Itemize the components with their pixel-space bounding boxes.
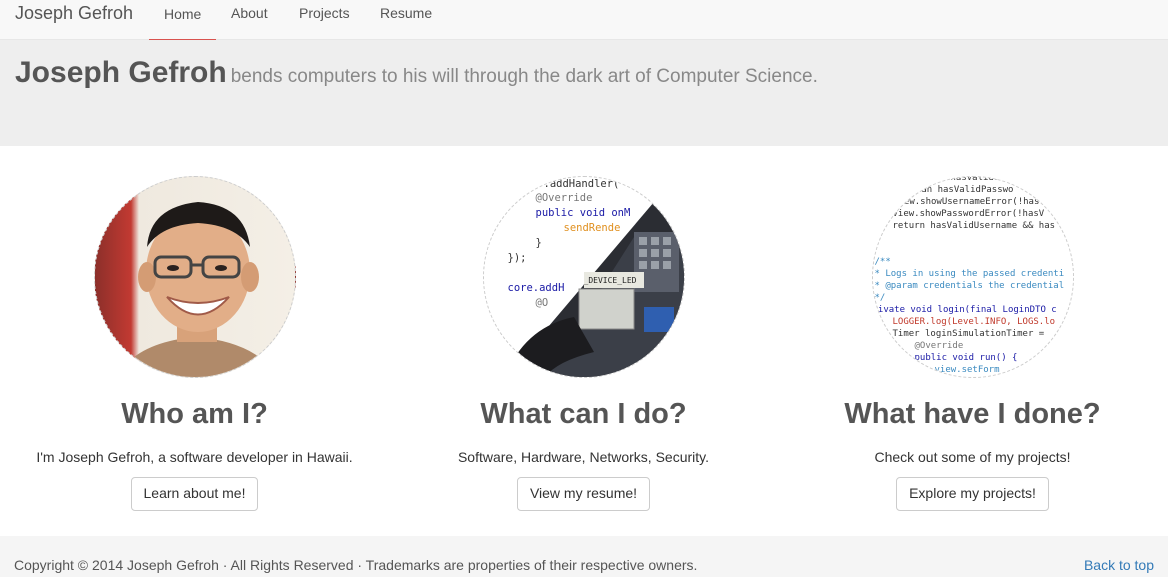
code-line: */ — [874, 293, 886, 303]
code-line: Timer loginSimulationTimer = — [892, 329, 1045, 339]
hero-heading: Joseph Gefroh bends computers to his will… — [15, 56, 818, 90]
navbar: Joseph Gefroh Home About Projects Resume — [0, 0, 1168, 40]
code-line: @Override — [914, 341, 964, 351]
skills-column: .addHandler( @Override public void onM s… — [389, 176, 778, 511]
code-line: * Logs in using the passed credenti — [874, 269, 1065, 279]
column-title: What can I do? — [480, 398, 687, 430]
projects-column: hasValidUse lean hasValidPasswo iew.show… — [778, 176, 1167, 511]
code-line: LOGGER.log(Level.INFO, LOGS.lo — [892, 317, 1056, 327]
code-line: * @param credentials the credential — [874, 281, 1065, 291]
copyright-text: Copyright © 2014 Joseph Gefroh · All Rig… — [14, 557, 698, 573]
code-line: view.showPasswordError(!hasV — [892, 209, 1045, 219]
code-line: rivate void login(final LoginDTO c — [872, 305, 1057, 315]
column-title: Who am I? — [121, 398, 268, 430]
column-title: What have I done? — [844, 398, 1101, 430]
nav-about[interactable]: About — [216, 0, 284, 40]
nav-home[interactable]: Home — [149, 0, 216, 40]
column-text: I'm Joseph Gefroh, a software developer … — [36, 449, 353, 465]
code-line: iew.showUsernameError(!has — [898, 197, 1040, 207]
main-nav: Home About Projects Resume — [149, 0, 447, 40]
chip-label: _DEVICE_LED — [583, 276, 637, 285]
code-line: lean hasValidPasswo — [910, 185, 1014, 195]
code-hardware-image: .addHandler( @Override public void onM s… — [482, 176, 685, 378]
hero-banner: Joseph Gefroh bends computers to his will… — [0, 40, 1168, 146]
navbar-brand[interactable]: Joseph Gefroh — [15, 3, 133, 24]
hero-name: Joseph Gefroh — [15, 56, 227, 89]
about-column: Who am I? I'm Joseph Gefroh, a software … — [0, 176, 389, 511]
nav-resume[interactable]: Resume — [365, 0, 447, 40]
column-text: Software, Hardware, Networks, Security. — [457, 449, 710, 465]
code-line: /** — [874, 257, 891, 267]
code-line: view.setForm — [934, 365, 1000, 375]
code-line: return hasValidUsername && has — [892, 221, 1056, 231]
learn-about-me-button[interactable]: Learn about me! — [130, 477, 259, 511]
code-line: hasValidUse — [950, 176, 1011, 183]
code-line: public void run() { — [914, 353, 1018, 363]
hero-tagline: bends computers to his will through the … — [230, 66, 818, 87]
column-text: Check out some of my projects! — [874, 449, 1071, 465]
explore-projects-button[interactable]: Explore my projects! — [896, 477, 1049, 511]
back-to-top-link[interactable]: Back to top — [1084, 557, 1154, 573]
footer: Copyright © 2014 Joseph Gefroh · All Rig… — [0, 536, 1168, 577]
code-snippet-image: hasValidUse lean hasValidPasswo iew.show… — [871, 176, 1074, 378]
profile-photo — [93, 176, 296, 378]
nav-projects[interactable]: Projects — [284, 0, 365, 40]
view-resume-button[interactable]: View my resume! — [516, 477, 651, 511]
